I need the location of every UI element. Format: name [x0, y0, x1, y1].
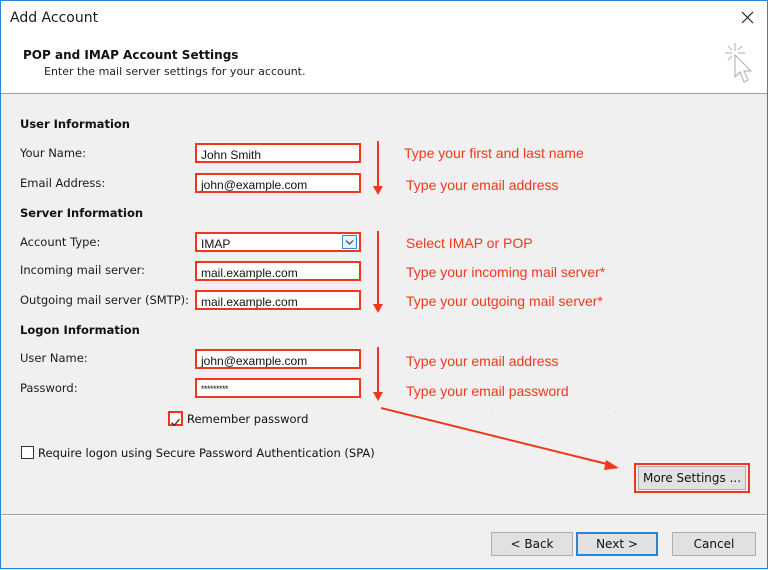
email-address-label: Email Address:: [20, 176, 106, 190]
spa-checkbox[interactable]: [21, 446, 34, 459]
incoming-server-input[interactable]: mail.example.com: [195, 261, 361, 281]
your-name-label: Your Name:: [20, 146, 87, 160]
password-hint: Type your email password: [406, 383, 569, 399]
window-title: Add Account: [10, 10, 99, 26]
user-name-label: User Name:: [20, 351, 88, 365]
add-account-dialog: Add Account POP and IMAP Account Setting…: [0, 0, 768, 569]
account-type-label: Account Type:: [20, 235, 101, 249]
arrow-head-user-info: [373, 186, 383, 195]
remember-password-label[interactable]: Remember password: [187, 412, 308, 426]
account-type-value: IMAP: [201, 237, 231, 251]
outgoing-server-hint: Type your outgoing mail server*: [406, 293, 603, 309]
arrow-to-more-settings: [380, 407, 612, 466]
arrow-head-server-info: [373, 304, 383, 313]
header-subtitle: Enter the mail server settings for your …: [44, 65, 306, 78]
account-type-hint: Select IMAP or POP: [406, 235, 533, 251]
checkmark-icon: [171, 418, 180, 427]
incoming-server-hint: Type your incoming mail server*: [406, 264, 606, 280]
server-information-heading: Server Information: [20, 206, 144, 220]
header-title: POP and IMAP Account Settings: [23, 48, 239, 62]
outgoing-server-input[interactable]: mail.example.com: [195, 290, 361, 310]
dotted-guide: [429, 412, 739, 413]
password-label: Password:: [20, 381, 78, 395]
email-address-input[interactable]: john@example.com: [195, 173, 361, 193]
your-name-input[interactable]: John Smith: [195, 143, 361, 163]
back-button[interactable]: < Back: [491, 532, 573, 556]
account-type-select[interactable]: IMAP: [195, 232, 361, 252]
user-information-heading: User Information: [20, 117, 130, 131]
username-hint: Type your email address: [406, 353, 559, 369]
name-hint: Type your first and last name: [404, 145, 584, 161]
arrow-head-to-more-settings: [604, 460, 619, 470]
incoming-server-label: Incoming mail server:: [20, 263, 146, 277]
password-input[interactable]: *********: [195, 378, 361, 398]
spa-label[interactable]: Require logon using Secure Password Auth…: [38, 446, 375, 460]
arrow-head-logon-info: [373, 392, 383, 401]
user-name-input[interactable]: john@example.com: [195, 349, 361, 369]
next-button[interactable]: Next >: [576, 532, 658, 556]
dialog-header: Add Account POP and IMAP Account Setting…: [1, 1, 767, 94]
logon-information-heading: Logon Information: [20, 323, 140, 337]
account-type-dropdown-button[interactable]: [342, 235, 357, 249]
footer-divider: [1, 514, 767, 516]
more-settings-button[interactable]: More Settings ...: [638, 466, 746, 490]
close-button[interactable]: [737, 7, 759, 29]
more-settings-highlight: More Settings ...: [634, 463, 750, 493]
remember-password-checkbox[interactable]: [168, 411, 183, 427]
email-hint: Type your email address: [406, 177, 559, 193]
close-icon: [741, 11, 754, 24]
outgoing-server-label: Outgoing mail server (SMTP):: [20, 293, 190, 307]
chevron-down-icon: [345, 240, 354, 245]
wizard-cursor-icon: [725, 43, 753, 83]
cancel-button[interactable]: Cancel: [672, 532, 756, 556]
